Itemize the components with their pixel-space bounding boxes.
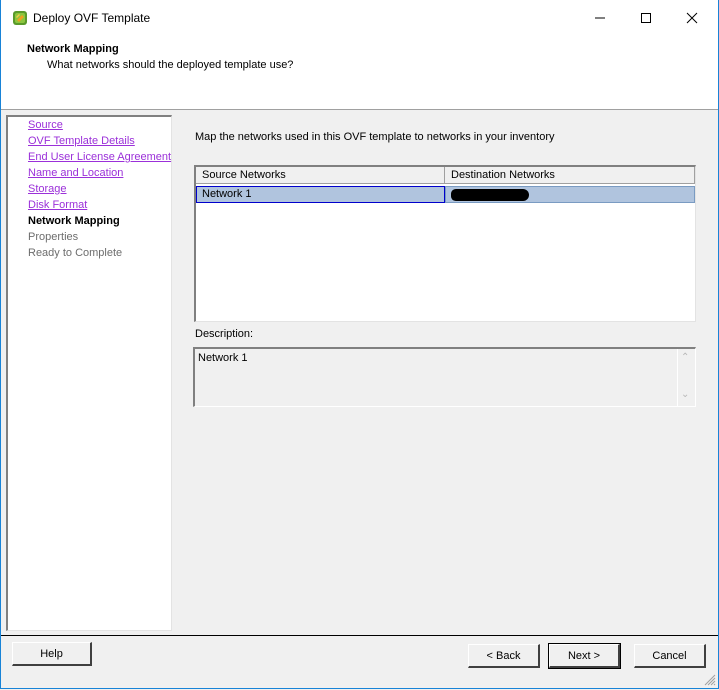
redacted-destination-network bbox=[451, 189, 529, 201]
description-label: Description: bbox=[195, 328, 254, 340]
nav-step-storage[interactable]: Storage bbox=[28, 183, 67, 195]
column-header-source-networks[interactable]: Source Networks bbox=[196, 167, 445, 184]
maximize-button[interactable] bbox=[623, 0, 669, 36]
cancel-button[interactable]: Cancel bbox=[634, 644, 706, 668]
table-row[interactable]: Network 1 bbox=[196, 186, 695, 203]
wizard-header: Network Mapping What networks should the… bbox=[1, 36, 718, 110]
description-scrollbar[interactable]: ⌃ ⌄ bbox=[677, 349, 695, 406]
nav-step-eula[interactable]: End User License Agreement bbox=[28, 151, 171, 163]
nav-step-ready-to-complete: Ready to Complete bbox=[28, 247, 123, 259]
maximize-icon bbox=[641, 13, 651, 23]
wizard-steps-nav: Source OVF Template Details End User Lic… bbox=[6, 115, 172, 631]
deploy-ovf-dialog: Deploy OVF Template Network Mapping What… bbox=[0, 0, 719, 689]
resize-grip-icon[interactable] bbox=[704, 674, 716, 686]
close-button[interactable] bbox=[669, 0, 715, 36]
minimize-icon bbox=[595, 17, 605, 19]
description-box[interactable]: Network 1 ⌃ ⌄ bbox=[193, 347, 696, 407]
column-header-destination-networks[interactable]: Destination Networks bbox=[445, 167, 695, 184]
intro-text: Map the networks used in this OVF templa… bbox=[195, 131, 555, 143]
nav-step-disk-format[interactable]: Disk Format bbox=[28, 199, 87, 211]
description-text: Network 1 bbox=[198, 352, 248, 364]
help-button[interactable]: Help bbox=[12, 642, 92, 666]
window-title: Deploy OVF Template bbox=[33, 11, 151, 25]
scroll-down-icon[interactable]: ⌄ bbox=[681, 389, 689, 400]
title-bar: Deploy OVF Template bbox=[1, 0, 718, 36]
nav-step-ovf-template-details[interactable]: OVF Template Details bbox=[28, 135, 135, 147]
back-button[interactable]: < Back bbox=[468, 644, 540, 668]
step-title: Network Mapping bbox=[27, 43, 119, 55]
minimize-button[interactable] bbox=[577, 0, 623, 36]
nav-step-source[interactable]: Source bbox=[28, 119, 63, 131]
scroll-up-icon[interactable]: ⌃ bbox=[681, 352, 689, 363]
nav-step-name-and-location[interactable]: Name and Location bbox=[28, 167, 123, 179]
nav-step-network-mapping: Network Mapping bbox=[28, 215, 120, 227]
close-icon bbox=[686, 12, 698, 24]
destination-network-cell[interactable] bbox=[445, 186, 695, 203]
next-button[interactable]: Next > bbox=[548, 643, 621, 669]
nav-step-properties: Properties bbox=[28, 231, 79, 243]
source-network-cell[interactable]: Network 1 bbox=[196, 186, 445, 203]
network-mapping-table: Source Networks Destination Networks Net… bbox=[194, 165, 696, 322]
step-subtitle: What networks should the deployed templa… bbox=[47, 59, 294, 71]
footer-divider bbox=[1, 635, 718, 636]
vsphere-app-icon bbox=[13, 11, 27, 25]
